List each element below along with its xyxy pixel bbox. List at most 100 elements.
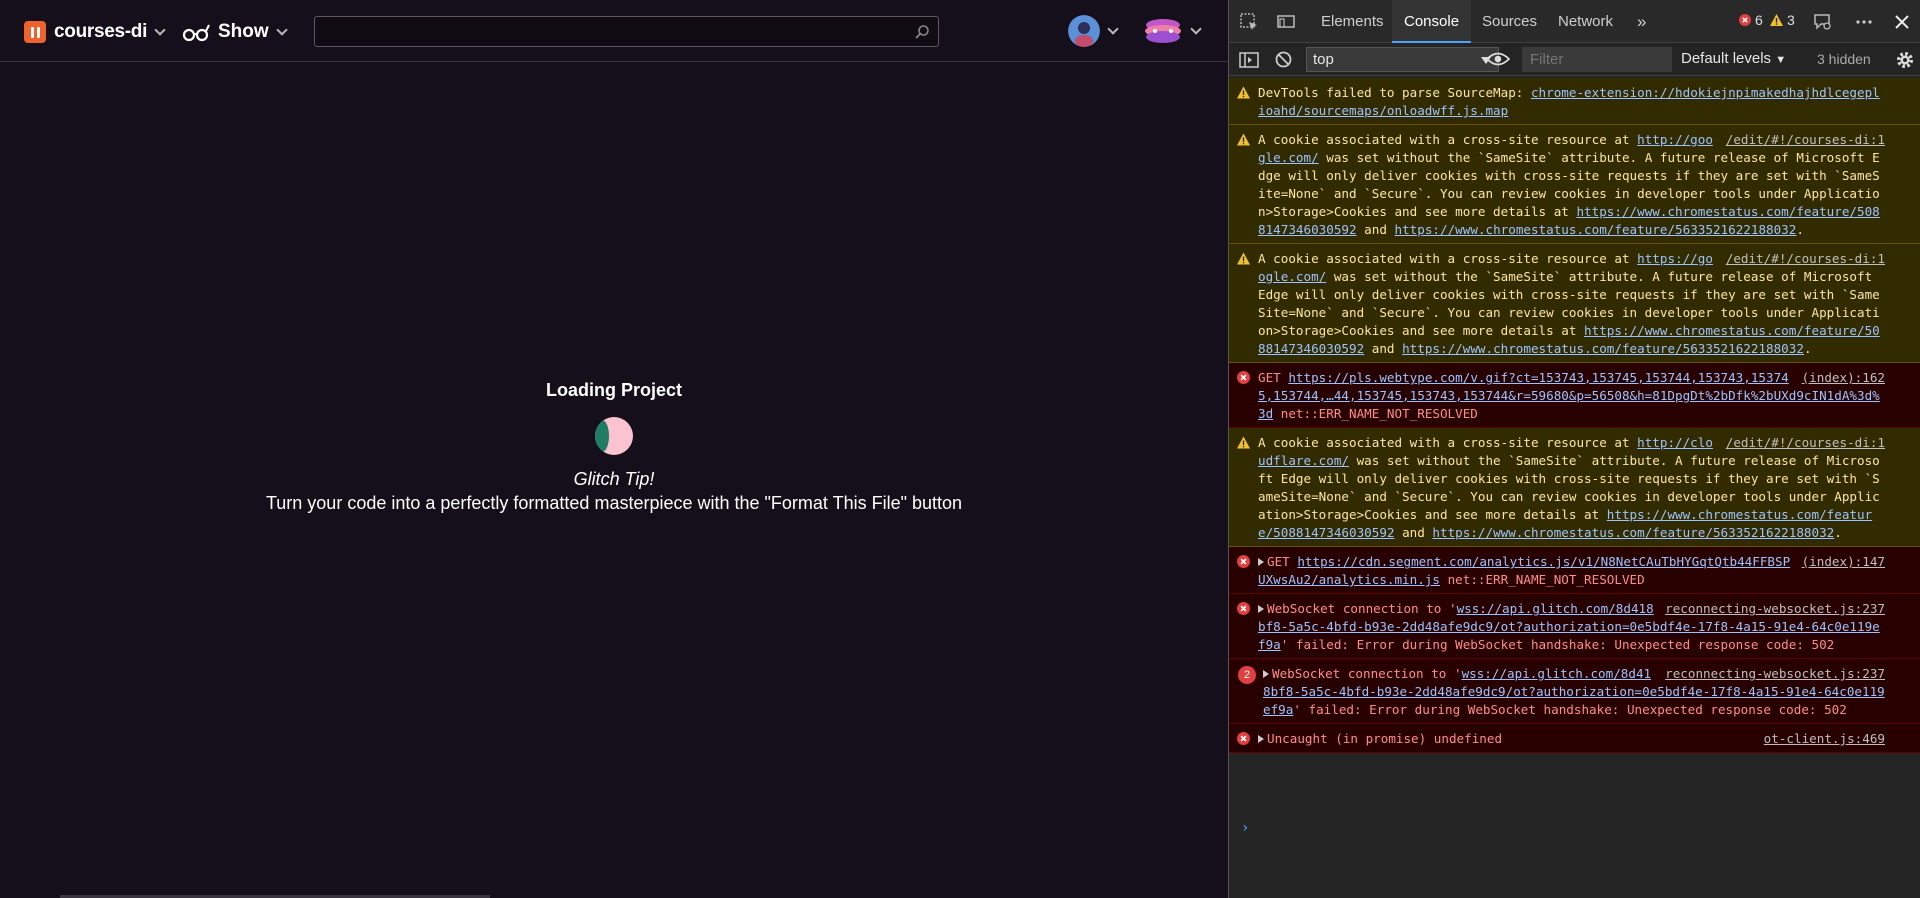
- message-text: A cookie associated with a cross-site re…: [1258, 435, 1638, 450]
- expand-triangle-icon[interactable]: [1258, 558, 1264, 566]
- console-message: DevTools failed to parse SourceMap: chro…: [1229, 78, 1920, 125]
- user-avatar-button[interactable]: [1068, 14, 1119, 48]
- message-text: DevTools failed to parse SourceMap:: [1258, 85, 1531, 100]
- warning-count-badge[interactable]: 3: [1770, 12, 1795, 28]
- feedback-icon[interactable]: [1812, 11, 1834, 33]
- tab-elements[interactable]: Elements: [1321, 0, 1384, 43]
- console-message[interactable]: (index):147 GET https://cdn.segment.com/…: [1229, 547, 1920, 594]
- message-text: A cookie associated with a cross-site re…: [1258, 132, 1638, 147]
- message-text: ' failed: Error during WebSocket handsha…: [1280, 637, 1835, 652]
- loading-title: Loading Project: [545, 380, 682, 400]
- message-text: .: [1803, 341, 1812, 356]
- message-text: net::ERR_NAME_NOT_RESOLVED: [1439, 572, 1645, 587]
- message-source-link[interactable]: /edit/#!/courses-di:1: [1726, 250, 1885, 268]
- search-icon[interactable]: [914, 24, 930, 40]
- caret-down-icon: ▼: [1775, 54, 1787, 66]
- device-toolbar-icon[interactable]: [1275, 11, 1297, 33]
- user-avatar: [1068, 15, 1100, 47]
- console-message[interactable]: ot-client.js:469 Uncaught (in promise) u…: [1229, 724, 1920, 753]
- message-link[interactable]: https://www.chromestatus.com/feature/563…: [1432, 525, 1834, 540]
- show-menu-button[interactable]: Show: [182, 20, 288, 44]
- tab-network[interactable]: Network: [1558, 0, 1613, 43]
- message-text: A cookie associated with a cross-site re…: [1258, 251, 1638, 266]
- tip-heading: Glitch Tip!: [573, 469, 655, 489]
- warning-icon: [1237, 252, 1250, 265]
- error-icon: [1237, 371, 1250, 384]
- glitch-logo-icon: [24, 21, 46, 43]
- expand-triangle-icon[interactable]: [1258, 735, 1264, 743]
- message-text: Uncaught (in promise) undefined: [1267, 731, 1503, 746]
- more-options-icon[interactable]: [1853, 11, 1875, 33]
- message-source-link[interactable]: (index):147: [1802, 553, 1885, 571]
- error-count-badge[interactable]: 6: [1739, 12, 1763, 28]
- message-source-link[interactable]: /edit/#!/courses-di:1: [1726, 434, 1885, 452]
- console-messages: DevTools failed to parse SourceMap: chro…: [1229, 78, 1920, 753]
- message-text: GET: [1267, 554, 1298, 569]
- console-message[interactable]: 2 reconnecting-websocket.js:237 WebSocke…: [1229, 659, 1920, 724]
- message-source-link[interactable]: (index):162: [1802, 369, 1885, 387]
- hidden-count: 3 hidden: [1817, 51, 1871, 67]
- message-source-link[interactable]: reconnecting-websocket.js:237: [1665, 665, 1885, 683]
- loading-spinner-icon: [595, 417, 633, 455]
- chevron-down-icon: [1190, 22, 1202, 35]
- message-text: and: [1394, 525, 1433, 540]
- tab-console[interactable]: Console: [1392, 0, 1472, 43]
- message-text: WebSocket connection to ': [1272, 666, 1462, 681]
- app-pane: courses-di Show Loading Project Glitch T…: [0, 0, 1228, 898]
- message-text: and: [1356, 222, 1395, 237]
- message-link[interactable]: https://www.chromestatus.com/feature/563…: [1402, 341, 1804, 356]
- error-icon: [1237, 732, 1250, 745]
- message-source-link[interactable]: /edit/#!/courses-di:1: [1726, 131, 1885, 149]
- console-message: (index):162 GET https://pls.webtype.com/…: [1229, 363, 1920, 428]
- error-icon: [1237, 602, 1250, 615]
- search-input[interactable]: [315, 17, 938, 46]
- gear-icon[interactable]: [1895, 50, 1915, 70]
- tab-sources[interactable]: Sources: [1482, 0, 1537, 43]
- context-value: top: [1313, 51, 1334, 68]
- console-toolbar: top Default levels ▼ 3 hidden: [1229, 43, 1920, 76]
- team-avatar: [1143, 16, 1183, 46]
- message-text: GET: [1258, 370, 1289, 385]
- filter-input[interactable]: [1522, 47, 1672, 72]
- error-icon: [1739, 14, 1751, 26]
- sidebar-toggle-icon[interactable]: [1238, 49, 1260, 71]
- inspect-element-icon[interactable]: [1238, 11, 1260, 33]
- project-menu-button[interactable]: courses-di: [24, 20, 166, 44]
- message-text: .: [1796, 222, 1804, 237]
- team-avatar-button[interactable]: [1143, 14, 1202, 48]
- message-text: WebSocket connection to ': [1267, 601, 1457, 616]
- more-tabs-button[interactable]: »: [1637, 0, 1646, 43]
- error-icon: [1237, 555, 1250, 568]
- devtools-tabbar: Elements Console Sources Network » 6 3: [1229, 0, 1920, 43]
- expand-triangle-icon[interactable]: [1258, 605, 1264, 613]
- console-message: /edit/#!/courses-di:1 A cookie associate…: [1229, 428, 1920, 547]
- message-text: and: [1364, 341, 1403, 356]
- tip-body: Turn your code into a perfectly formatte…: [265, 493, 963, 513]
- message-text: .: [1834, 525, 1842, 540]
- message-link[interactable]: https://www.chromestatus.com/feature/563…: [1395, 222, 1797, 237]
- error-count: 6: [1755, 12, 1763, 28]
- console-message: /edit/#!/courses-di:1 A cookie associate…: [1229, 244, 1920, 363]
- project-name: courses-di: [54, 21, 148, 42]
- warning-icon: [1237, 133, 1250, 146]
- clear-console-icon[interactable]: [1274, 50, 1293, 69]
- chevron-down-icon: [1107, 22, 1119, 35]
- context-select[interactable]: top: [1306, 47, 1499, 72]
- warning-icon: [1770, 14, 1783, 26]
- levels-label: Default levels: [1681, 50, 1772, 67]
- devtools-pane: Elements Console Sources Network » 6 3 t…: [1228, 0, 1920, 898]
- loading-panel: Loading Project Glitch Tip! Turn your co…: [0, 380, 1228, 514]
- project-search: [314, 16, 939, 47]
- log-levels-dropdown[interactable]: Default levels ▼: [1681, 50, 1786, 67]
- console-message[interactable]: reconnecting-websocket.js:237 WebSocket …: [1229, 594, 1920, 659]
- console-prompt[interactable]: ›: [1241, 820, 1249, 836]
- message-source-link[interactable]: reconnecting-websocket.js:237: [1665, 600, 1885, 618]
- message-text: net::ERR_NAME_NOT_RESOLVED: [1273, 406, 1478, 421]
- expand-triangle-icon[interactable]: [1263, 670, 1269, 678]
- live-expression-eye-icon[interactable]: [1486, 51, 1510, 67]
- app-header: courses-di Show: [0, 0, 1228, 62]
- close-icon[interactable]: [1891, 11, 1913, 33]
- message-source-link[interactable]: ot-client.js:469: [1764, 730, 1885, 748]
- console-message: /edit/#!/courses-di:1 A cookie associate…: [1229, 125, 1920, 244]
- message-text: ' failed: Error during WebSocket handsha…: [1293, 702, 1847, 717]
